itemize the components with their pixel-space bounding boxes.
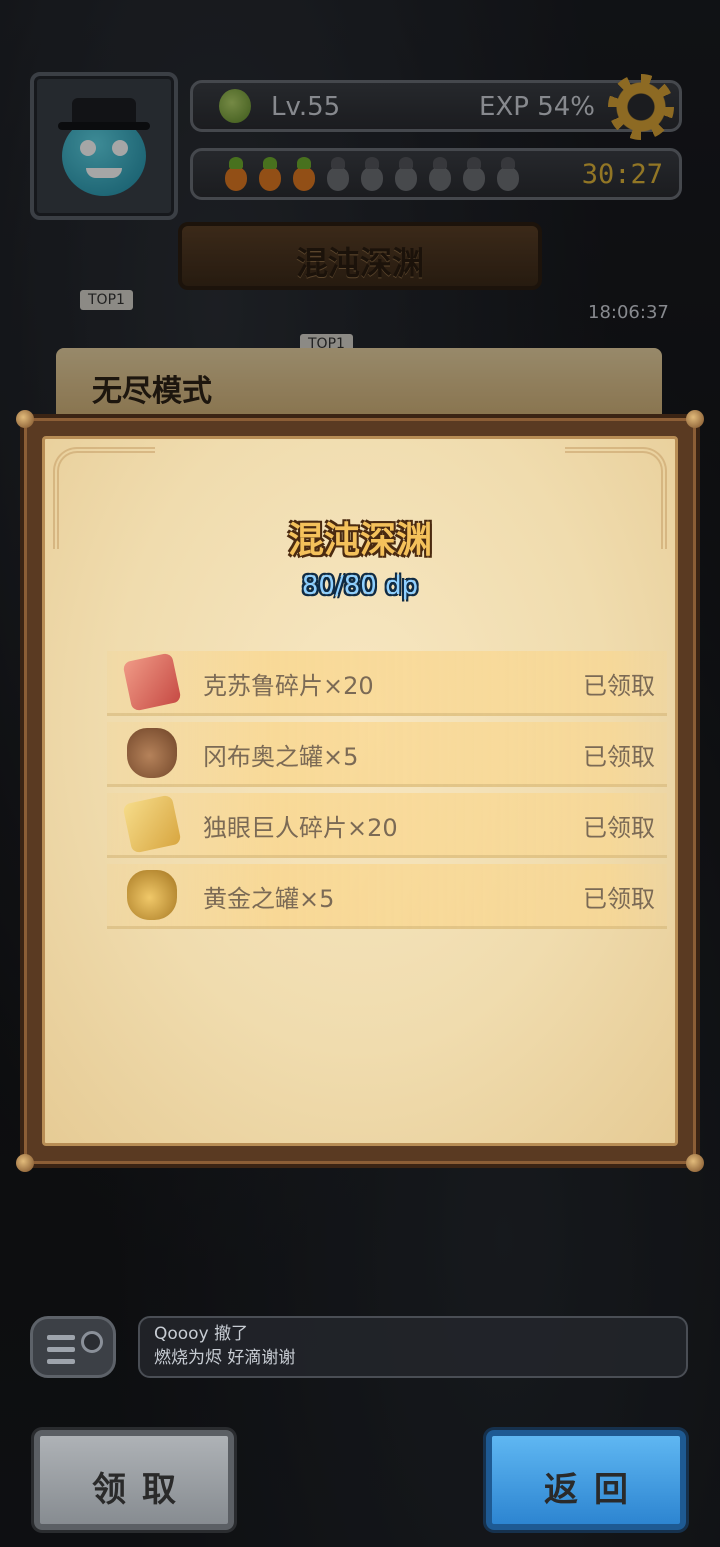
reward-name: 独眼巨人碎片×20	[203, 814, 398, 842]
reward-row: 克苏鲁碎片×20 已领取	[107, 651, 667, 716]
chat-menu-button[interactable]	[30, 1316, 116, 1378]
reward-name: 克苏鲁碎片×20	[203, 672, 374, 700]
golden-jar-icon	[127, 870, 177, 920]
back-button[interactable]: 返回	[486, 1430, 686, 1530]
chat-message: 好滴谢谢	[227, 1348, 296, 1368]
chat-sender: 燃烧为烬	[154, 1348, 222, 1368]
chat-status-icon	[81, 1331, 103, 1353]
chat-line: 燃烧为烬 好滴谢谢	[154, 1346, 672, 1370]
back-button-label: 返回	[544, 1470, 644, 1510]
reward-row: 冈布奥之罐×5 已领取	[107, 722, 667, 787]
cthulhu-fragment-icon	[122, 652, 182, 712]
reward-status: 已领取	[583, 743, 655, 771]
reward-dialog: 混沌深渊 80/80 dp 克苏鲁碎片×20 已领取 冈布奥之罐×5 已领取 独…	[16, 410, 704, 1172]
menu-line-icon	[47, 1335, 75, 1340]
menu-line-icon	[47, 1347, 75, 1352]
claim-button-label: 领取	[92, 1470, 192, 1510]
reward-name: 黄金之罐×5	[203, 885, 335, 913]
reward-list: 克苏鲁碎片×20 已领取 冈布奥之罐×5 已领取 独眼巨人碎片×20 已领取 黄…	[107, 651, 667, 935]
reward-row: 独眼巨人碎片×20 已领取	[107, 793, 667, 858]
claim-button[interactable]: 领取	[34, 1430, 234, 1530]
ganbuao-jar-icon	[127, 728, 177, 778]
rivet	[16, 1154, 34, 1172]
reward-status: 已领取	[583, 672, 655, 700]
reward-status: 已领取	[583, 814, 655, 842]
reward-row: 黄金之罐×5 已领取	[107, 864, 667, 929]
dialog-title: 混沌深渊	[287, 520, 432, 561]
rivet	[686, 1154, 704, 1172]
chat-preview[interactable]: Qoooy 撤了 燃烧为烬 好滴谢谢	[138, 1316, 688, 1378]
reward-name: 冈布奥之罐×5	[203, 743, 359, 771]
chat-sender: Qoooy	[154, 1324, 209, 1344]
rivet	[16, 410, 34, 428]
parchment-panel: 混沌深渊 80/80 dp 克苏鲁碎片×20 已领取 冈布奥之罐×5 已领取 独…	[42, 436, 678, 1146]
chat-bar: Qoooy 撤了 燃烧为烬 好滴谢谢	[30, 1316, 690, 1378]
dialog-progress: 80/80 dp	[301, 571, 419, 601]
chat-line: Qoooy 撤了	[154, 1322, 672, 1346]
chat-message: 撤了	[214, 1324, 249, 1344]
rivet	[686, 410, 704, 428]
menu-line-icon	[47, 1359, 75, 1364]
cyclops-fragment-icon	[122, 794, 182, 854]
reward-status: 已领取	[583, 885, 655, 913]
